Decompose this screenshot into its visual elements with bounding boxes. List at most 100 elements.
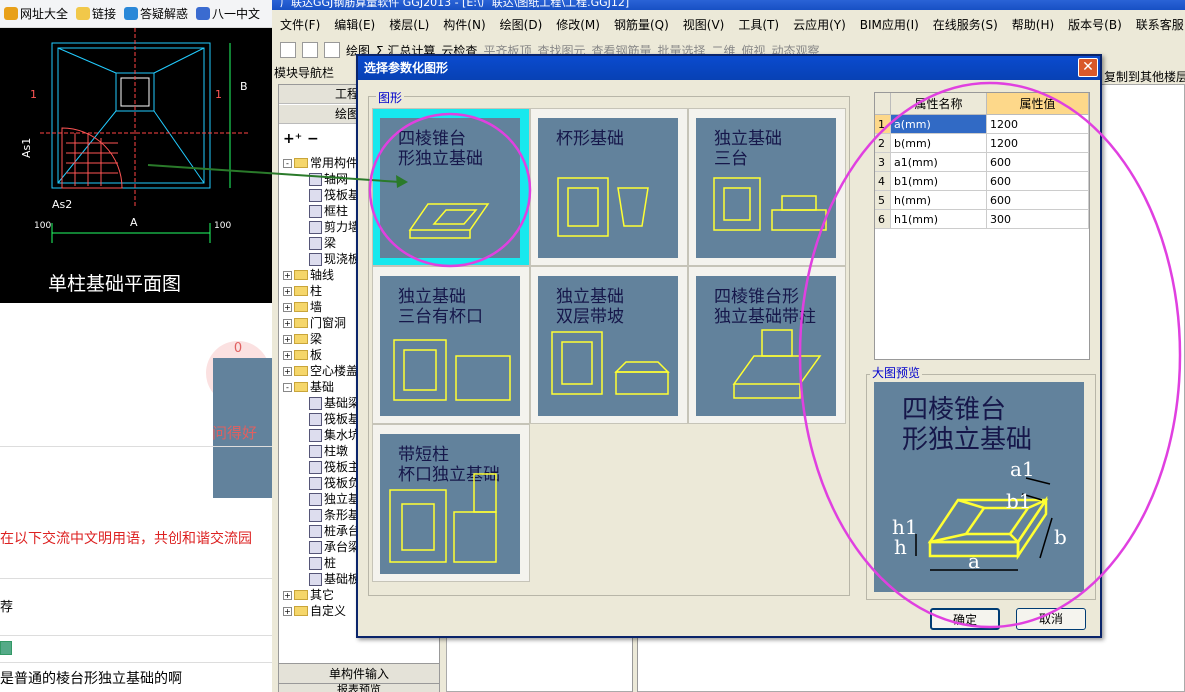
- menu-item-13[interactable]: 版本号(B): [1068, 16, 1122, 33]
- shape-option-1[interactable]: 杯形基础: [530, 108, 688, 266]
- image-icon[interactable]: [0, 641, 12, 655]
- menu-item-3[interactable]: 构件(N): [443, 16, 485, 33]
- report-preview-button[interactable]: 报表预览: [279, 683, 439, 692]
- table-row[interactable]: 1 a(mm) 1200: [875, 115, 1089, 134]
- cad-plan-svg: 1 1 B As1 As2 A 100 100 单柱基础平面图: [20, 28, 250, 295]
- menu-item-14[interactable]: 联系客服: [1136, 16, 1184, 33]
- shape-option-3[interactable]: 独立基础 三台有杯口: [372, 266, 530, 424]
- table-row[interactable]: 5 h(mm) 600: [875, 191, 1089, 210]
- ask-good-label[interactable]: 问得好: [212, 422, 257, 443]
- component-icon: [309, 476, 322, 490]
- menu-item-11[interactable]: 在线服务(S): [933, 16, 998, 33]
- new-file-icon[interactable]: [280, 42, 296, 58]
- folder-icon: [294, 334, 308, 344]
- row-number: 3: [875, 153, 891, 172]
- open-folder-icon[interactable]: [302, 42, 318, 58]
- module-nav-label: 模块导航栏: [274, 66, 335, 80]
- menu-item-4[interactable]: 绘图(D): [500, 16, 543, 33]
- shape-thumbnail-svg: 四棱锥台形独立基础带柱: [714, 287, 822, 399]
- shape-option-2[interactable]: 独立基础 三台: [688, 108, 846, 266]
- menu-item-6[interactable]: 钢筋量(Q): [614, 16, 669, 33]
- expand-icon[interactable]: +: [283, 334, 292, 344]
- collapse-icon[interactable]: -: [283, 158, 292, 168]
- menu-item-0[interactable]: 文件(F): [280, 16, 320, 33]
- select-parametric-shape-dialog: 选择参数化图形 ✕ 图形 四棱锥台 形独立基础 杯形基础 独立基础 三台 独立基础 三台有杯…: [356, 54, 1102, 638]
- shape-title-line: 三台: [714, 149, 748, 169]
- expand-icon[interactable]: +: [283, 302, 292, 312]
- menu-item-2[interactable]: 楼层(L): [389, 16, 429, 33]
- browser-pane: 网址大全 链接 答疑解惑 八一中文 1 1 B As1 As2 A 100 10…: [0, 0, 272, 692]
- menu-item-5[interactable]: 修改(M): [556, 16, 600, 33]
- tree-item-label: 墙: [310, 300, 323, 314]
- component-icon: [309, 412, 322, 426]
- shape-title-line: 杯形基础: [556, 129, 624, 149]
- tree-item-label: 框柱: [324, 204, 349, 218]
- bookmark-3[interactable]: 八一中文: [196, 5, 260, 22]
- table-row[interactable]: 3 a1(mm) 600: [875, 153, 1089, 172]
- divider: [0, 662, 272, 663]
- collapse-icon[interactable]: -: [283, 382, 292, 392]
- expand-icon[interactable]: +: [283, 318, 292, 328]
- tree-item-label: 承台梁: [324, 540, 361, 554]
- expand-icon[interactable]: +: [283, 270, 292, 280]
- property-name: h(mm): [891, 191, 987, 210]
- menu-item-10[interactable]: BIM应用(I): [860, 16, 919, 33]
- shape-option-5[interactable]: 四棱锥台形 独立基础带柱: [688, 266, 846, 424]
- menu-item-9[interactable]: 云应用(Y): [793, 16, 846, 33]
- property-value[interactable]: 1200: [987, 134, 1089, 153]
- single-component-input-button[interactable]: 单构件输入: [279, 663, 439, 683]
- shape-title-line: 带短柱: [398, 445, 449, 465]
- svg-text:1: 1: [30, 88, 37, 101]
- menu-item-8[interactable]: 工具(T): [738, 16, 779, 33]
- svg-text:a1: a1: [1010, 457, 1035, 481]
- menu-item-1[interactable]: 编辑(E): [334, 16, 375, 33]
- folder-icon: [294, 286, 308, 296]
- cancel-button[interactable]: 取消: [1016, 608, 1086, 630]
- tree-item-label: 轴线: [310, 268, 335, 282]
- like-button[interactable]: 👍 0: [206, 341, 272, 498]
- property-value[interactable]: 300: [987, 210, 1089, 229]
- expand-all-icon[interactable]: +⁺: [283, 131, 302, 147]
- menu-item-7[interactable]: 视图(V): [683, 16, 725, 33]
- shape-outline: [432, 209, 478, 225]
- property-value[interactable]: 600: [987, 191, 1089, 210]
- component-icon: [309, 172, 322, 186]
- bookmark-0[interactable]: 网址大全: [4, 5, 68, 22]
- row-number: 6: [875, 210, 891, 229]
- shape-option-6[interactable]: 带短柱 杯口独立基础: [372, 424, 530, 582]
- expand-icon[interactable]: +: [283, 350, 292, 360]
- component-icon: [309, 252, 322, 266]
- folder-icon: [294, 366, 308, 376]
- save-icon[interactable]: [324, 42, 340, 58]
- collapse-all-icon[interactable]: −: [307, 131, 319, 147]
- table-row[interactable]: 6 h1(mm) 300: [875, 210, 1089, 229]
- svg-text:100: 100: [34, 221, 51, 231]
- shape-title-line: 双层带坡: [556, 307, 624, 327]
- table-row[interactable]: 4 b1(mm) 600: [875, 172, 1089, 191]
- menu-item-12[interactable]: 帮助(H): [1012, 16, 1054, 33]
- property-value[interactable]: 1200: [987, 115, 1089, 134]
- shape-title-line: 四棱锥台: [398, 129, 466, 149]
- bookmark-2[interactable]: 答疑解惑: [124, 5, 188, 22]
- shape-outline: [761, 329, 793, 357]
- shape-option-4[interactable]: 独立基础 双层带坡: [530, 266, 688, 424]
- table-row[interactable]: 2 b(mm) 1200: [875, 134, 1089, 153]
- shape-outline: [401, 503, 435, 551]
- property-value[interactable]: 600: [987, 153, 1089, 172]
- copy-to-floors-button[interactable]: 复制到其他楼层: [1104, 68, 1185, 85]
- preview-title-line2: 形独立基础: [902, 425, 1032, 455]
- shape-option-0[interactable]: 四棱锥台 形独立基础: [372, 108, 530, 266]
- svg-text:a: a: [968, 549, 980, 573]
- close-icon[interactable]: ✕: [1078, 58, 1098, 77]
- expand-icon[interactable]: +: [283, 286, 292, 296]
- bookmark-1[interactable]: 链接: [76, 5, 116, 22]
- property-value[interactable]: 600: [987, 172, 1089, 191]
- expand-icon[interactable]: +: [283, 366, 292, 376]
- property-name: h1(mm): [891, 210, 987, 229]
- reply-text: 是普通的棱台形独立基础的啊: [0, 671, 182, 687]
- expand-icon[interactable]: +: [283, 590, 292, 600]
- ok-button[interactable]: 确定: [930, 608, 1000, 630]
- component-icon: [309, 572, 322, 586]
- bookmarks-bar: 网址大全 链接 答疑解惑 八一中文: [0, 0, 272, 28]
- expand-icon[interactable]: +: [283, 606, 292, 616]
